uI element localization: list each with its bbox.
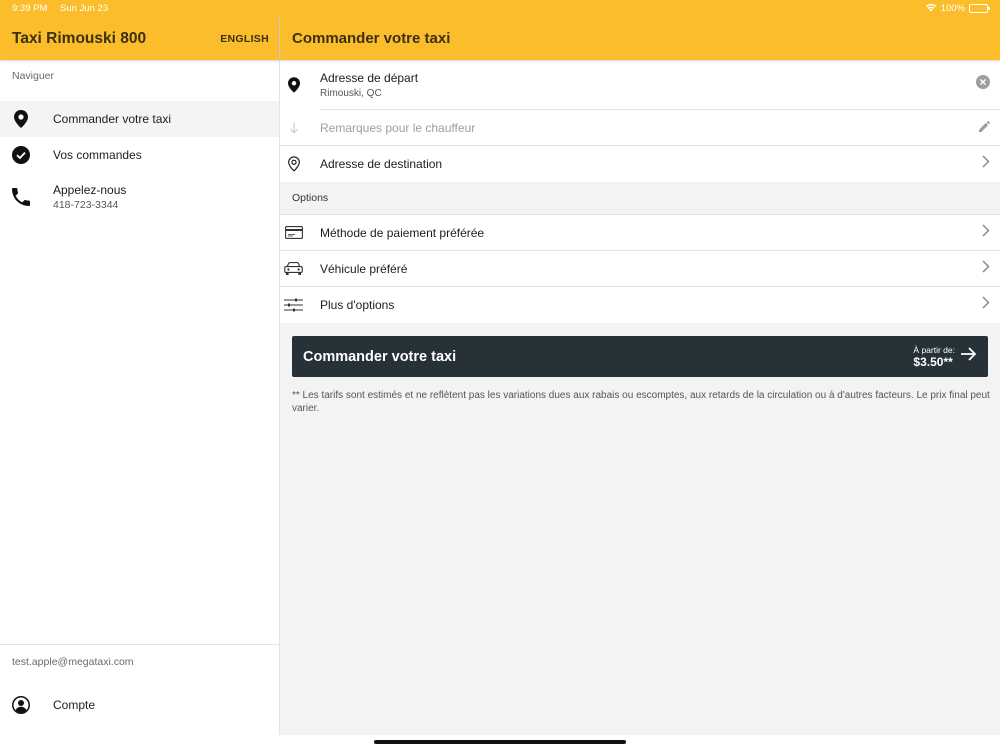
home-indicator[interactable]	[374, 740, 626, 744]
chevron-right-icon	[982, 296, 990, 314]
pickup-address-row[interactable]: Adresse de départ Rimouski, QC	[280, 60, 1000, 110]
address-card: Adresse de départ Rimouski, QC Remarques…	[280, 60, 1000, 182]
pencil-icon	[979, 119, 991, 137]
sidebar-item-label: Compte	[53, 698, 96, 712]
location-pin-icon	[267, 77, 320, 93]
phone-number: 418-723-3344	[53, 199, 119, 211]
status-time: 9:39 PM	[12, 3, 48, 14]
preferred-vehicle-label: Véhicule préféré	[320, 261, 408, 276]
preferred-vehicle-row[interactable]: Véhicule préféré	[280, 251, 1000, 287]
status-right: 100%	[925, 3, 990, 15]
more-options-label: Plus d'options	[320, 298, 395, 312]
chevron-right-icon	[982, 259, 990, 278]
credit-card-icon	[267, 226, 320, 239]
sidebar-item-call-us[interactable]: Appelez-nous 418-723-3344	[0, 173, 279, 221]
location-outline-icon	[267, 156, 320, 172]
main-panel: Commander votre taxi Adresse de départ R…	[280, 0, 1000, 735]
order-taxi-button-label: Commander votre taxi	[303, 348, 457, 365]
sidebar-footer: test.apple@megataxi.com Compte	[0, 644, 279, 723]
chevron-right-icon	[982, 155, 990, 173]
driver-notes-row[interactable]: Remarques pour le chauffeur	[280, 110, 1000, 146]
price-value: $3.50**	[913, 354, 953, 369]
car-icon	[267, 261, 320, 276]
destination-address-row[interactable]: Adresse de destination	[280, 146, 1000, 182]
sidebar-item-label: Commander votre taxi	[53, 112, 172, 126]
driver-notes-input[interactable]: Remarques pour le chauffeur	[320, 121, 475, 135]
account-icon	[11, 695, 31, 715]
check-circle-icon	[11, 145, 31, 165]
language-button[interactable]: ENGLISH	[220, 33, 269, 45]
price-caption: À partir de:	[913, 344, 955, 355]
destination-label: Adresse de destination	[320, 157, 443, 171]
status-left: 9:39 PM Sun Jun 23	[12, 3, 118, 14]
wifi-icon	[925, 3, 937, 15]
battery-icon	[969, 4, 990, 13]
arrow-down-icon	[267, 121, 320, 134]
app-title: Taxi Rimouski 800	[12, 29, 147, 47]
pickup-value: Rimouski, QC	[320, 87, 382, 99]
more-options-row[interactable]: Plus d'options	[280, 287, 1000, 323]
sidebar-item-account[interactable]: Compte	[0, 687, 279, 723]
location-pin-icon	[11, 109, 31, 129]
phone-icon	[11, 187, 31, 207]
chevron-right-icon	[982, 223, 990, 242]
clear-icon[interactable]	[976, 75, 990, 94]
status-date: Sun Jun 23	[60, 3, 109, 14]
price-disclaimer: ** Les tarifs sont estimés et ne reflète…	[292, 390, 990, 414]
account-email: test.apple@megataxi.com	[12, 656, 134, 668]
sidebar-item-order-taxi[interactable]: Commander votre taxi	[0, 101, 279, 137]
options-card: Méthode de paiement préférée Véhicule pr…	[280, 215, 1000, 323]
sidebar-item-label: Vos commandes	[53, 148, 142, 162]
battery-percent: 100%	[940, 3, 965, 14]
status-bar: 9:39 PM Sun Jun 23 100%	[0, 0, 1000, 17]
order-taxi-button[interactable]: Commander votre taxi À partir de: $3.50*…	[292, 336, 988, 377]
sidebar: Taxi Rimouski 800 ENGLISH Naviguer Comma…	[0, 0, 280, 735]
sidebar-item-orders[interactable]: Vos commandes	[0, 137, 279, 173]
nav-caption: Naviguer	[12, 70, 55, 82]
sliders-icon	[267, 298, 320, 312]
payment-method-label: Méthode de paiement préférée	[320, 225, 485, 240]
sidebar-item-label: Appelez-nous	[53, 183, 127, 197]
options-caption: Options	[280, 182, 1000, 215]
pickup-label: Adresse de départ	[320, 70, 419, 85]
page-title: Commander votre taxi	[292, 30, 451, 47]
arrow-right-icon	[961, 347, 977, 366]
price-estimate: À partir de: $3.50**	[913, 345, 977, 369]
payment-method-row[interactable]: Méthode de paiement préférée	[280, 215, 1000, 251]
